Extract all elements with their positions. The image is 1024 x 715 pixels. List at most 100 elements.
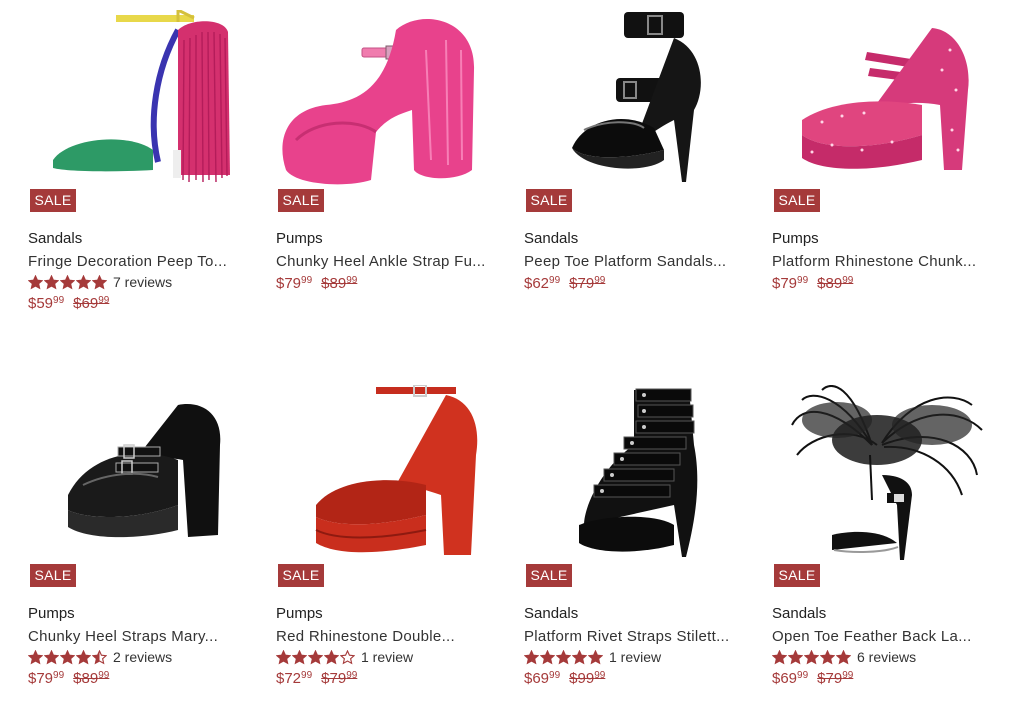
product-name[interactable]: Chunky Heel Ankle Strap Fu... (276, 253, 498, 270)
star-full-icon (276, 649, 291, 664)
product-name[interactable]: Peep Toe Platform Sandals... (524, 253, 746, 270)
fur-pump-icon (282, 19, 475, 185)
review-count[interactable]: 1 review (609, 649, 661, 665)
product-card[interactable]: SALE Pumps Chunky Heel Ankle Strap Fu...… (276, 10, 504, 340)
review-count[interactable]: 2 reviews (113, 649, 172, 665)
star-full-icon (324, 649, 339, 664)
star-full-icon (60, 649, 75, 664)
product-image[interactable] (772, 385, 1000, 585)
product-category: Pumps (28, 605, 75, 622)
sale-price: $7299 (276, 670, 313, 687)
review-count[interactable]: 6 reviews (857, 649, 916, 665)
original-price: $8999 (73, 670, 110, 687)
sale-price: $6299 (524, 275, 561, 292)
star-full-icon (588, 649, 603, 664)
black-platform-sandal-icon (572, 12, 701, 182)
price-row: $6299 $7999 (524, 275, 605, 292)
product-card[interactable]: SALE Pumps Red Rhinestone Double... 1 re… (276, 385, 504, 715)
product-category: Pumps (276, 230, 323, 247)
price-row: $7299 $7999 (276, 670, 357, 687)
price-row: $7999 $8999 (772, 275, 853, 292)
sale-badge: SALE (278, 564, 324, 587)
product-image[interactable] (28, 10, 256, 210)
review-count[interactable]: 7 reviews (113, 274, 172, 290)
star-full-icon (28, 649, 43, 664)
price-row: $7999 $8999 (28, 670, 109, 687)
star-full-icon (92, 274, 107, 289)
star-empty-icon (340, 649, 355, 664)
red-platform-pump-icon (315, 385, 478, 555)
star-full-icon (772, 649, 787, 664)
product-category: Sandals (772, 605, 827, 622)
product-rating[interactable]: 1 review (276, 648, 413, 666)
price-row: $5999 $6999 (28, 295, 109, 312)
original-price: $7999 (321, 670, 358, 687)
sale-price: $6999 (524, 670, 561, 687)
product-card[interactable]: SALE Sandals Fringe Decoration Peep To..… (28, 10, 256, 340)
star-full-icon (788, 649, 803, 664)
star-full-icon (308, 649, 323, 664)
original-price: $9999 (569, 670, 606, 687)
product-image[interactable] (772, 10, 1000, 210)
star-half-icon (92, 649, 107, 664)
sale-badge: SALE (278, 189, 324, 212)
star-full-icon (292, 649, 307, 664)
product-name[interactable]: Platform Rhinestone Chunk... (772, 253, 994, 270)
rivet-strap-sandal-icon (579, 388, 698, 557)
original-price: $8999 (817, 275, 854, 292)
original-price: $8999 (321, 275, 358, 292)
black-mary-jane-icon (68, 404, 221, 538)
original-price: $7999 (817, 670, 854, 687)
product-image[interactable] (524, 10, 752, 210)
product-rating[interactable]: 2 reviews (28, 648, 172, 666)
star-full-icon (76, 274, 91, 289)
sale-price: $7999 (28, 670, 65, 687)
product-card[interactable]: SALE Pumps Chunky Heel Straps Mary... 2 … (28, 385, 256, 715)
star-full-icon (28, 274, 43, 289)
star-full-icon (524, 649, 539, 664)
sale-badge: SALE (30, 189, 76, 212)
product-card[interactable]: SALE Pumps Platform Rhinestone Chunk... … (772, 10, 1000, 340)
star-rating (28, 274, 108, 290)
product-rating[interactable]: 7 reviews (28, 273, 172, 291)
product-image[interactable] (28, 385, 256, 585)
review-count[interactable]: 1 review (361, 649, 413, 665)
sale-badge: SALE (526, 189, 572, 212)
product-name[interactable]: Fringe Decoration Peep To... (28, 253, 250, 270)
star-rating (772, 649, 852, 665)
star-full-icon (820, 649, 835, 664)
product-card[interactable]: SALE Sandals Platform Rivet Straps Stile… (524, 385, 752, 715)
product-image[interactable] (524, 385, 752, 585)
product-image[interactable] (276, 385, 504, 585)
product-name[interactable]: Red Rhinestone Double... (276, 628, 498, 645)
star-full-icon (76, 649, 91, 664)
original-price: $7999 (569, 275, 606, 292)
price-row: $6999 $7999 (772, 670, 853, 687)
star-full-icon (44, 274, 59, 289)
star-full-icon (44, 649, 59, 664)
star-full-icon (540, 649, 555, 664)
product-card[interactable]: SALE Sandals Open Toe Feather Back La...… (772, 385, 1000, 715)
product-name[interactable]: Platform Rivet Straps Stilett... (524, 628, 746, 645)
sale-price: $5999 (28, 295, 65, 312)
pink-rhinestone-pump-icon (802, 28, 969, 170)
product-category: Pumps (772, 230, 819, 247)
product-rating[interactable]: 1 review (524, 648, 661, 666)
sale-badge: SALE (30, 564, 76, 587)
product-name[interactable]: Open Toe Feather Back La... (772, 628, 994, 645)
star-full-icon (556, 649, 571, 664)
sale-price: $7999 (276, 275, 313, 292)
product-card[interactable]: SALE Sandals Peep Toe Platform Sandals..… (524, 10, 752, 340)
sale-price: $7999 (772, 275, 809, 292)
price-row: $7999 $8999 (276, 275, 357, 292)
sale-badge: SALE (774, 564, 820, 587)
product-name[interactable]: Chunky Heel Straps Mary... (28, 628, 250, 645)
product-category: Sandals (28, 230, 83, 247)
product-image[interactable] (276, 10, 504, 210)
star-rating (276, 649, 356, 665)
product-category: Pumps (276, 605, 323, 622)
feather-sandal-icon (791, 385, 983, 560)
star-full-icon (804, 649, 819, 664)
product-rating[interactable]: 6 reviews (772, 648, 916, 666)
sale-price: $6999 (772, 670, 809, 687)
